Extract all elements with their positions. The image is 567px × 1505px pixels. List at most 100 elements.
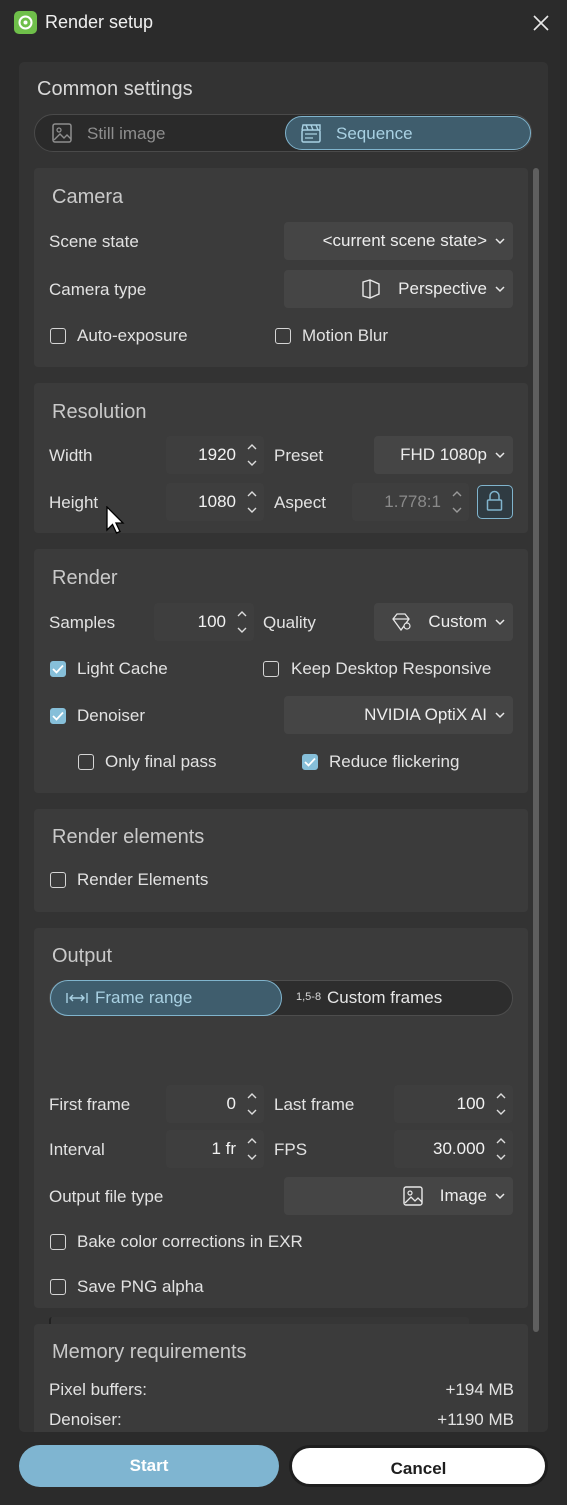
output-file-type-label: Output file type <box>49 1187 164 1206</box>
last-frame-label: Last frame <box>274 1095 355 1114</box>
width-value: 1920 <box>198 445 236 464</box>
aspect-lock-button[interactable] <box>477 485 513 519</box>
spinner-icon[interactable] <box>236 607 248 637</box>
render-elements-checkbox[interactable] <box>50 872 66 888</box>
sequence-tab[interactable]: Sequence <box>285 116 531 150</box>
render-mode-toggle: Still image Sequence <box>34 114 532 152</box>
preset-value: FHD 1080p <box>400 445 487 464</box>
render-heading: Render <box>52 567 118 589</box>
still-image-tab[interactable]: Still image <box>37 117 283 149</box>
scene-state-value: <current scene state> <box>322 231 487 250</box>
camera-type-dropdown[interactable]: Perspective <box>284 270 513 308</box>
common-settings-heading: Common settings <box>37 78 193 100</box>
aspect-value: 1.778:1 <box>384 492 441 511</box>
height-input[interactable]: 1080 <box>166 483 264 521</box>
fps-value: 30.000 <box>433 1139 485 1158</box>
chevron-down-icon <box>495 452 505 459</box>
memory-heading: Memory requirements <box>52 1341 247 1363</box>
cancel-button[interactable]: Cancel <box>289 1445 548 1487</box>
frame-range-tab[interactable]: Frame range <box>50 980 282 1016</box>
output-section: Output Frame range 1,5-8 Custom frames F… <box>34 928 528 1347</box>
light-cache-checkbox[interactable] <box>50 661 66 677</box>
reduce-flickering-label: Reduce flickering <box>329 752 460 771</box>
frame-range-icon <box>66 993 88 1003</box>
save-png-alpha-label: Save PNG alpha <box>77 1277 204 1296</box>
render-elements-heading: Render elements <box>52 826 205 848</box>
spinner-icon[interactable] <box>246 440 258 470</box>
start-button[interactable]: Start <box>19 1445 279 1487</box>
motion-blur-checkbox[interactable] <box>275 328 291 344</box>
only-final-pass-checkbox[interactable] <box>78 754 94 770</box>
scrollbar-thumb[interactable] <box>533 168 539 1332</box>
custom-frames-prefix: 1,5-8 <box>296 991 322 1003</box>
spinner-icon[interactable] <box>246 487 258 517</box>
height-value: 1080 <box>198 492 236 511</box>
bake-color-corrections-label: Bake color corrections in EXR <box>77 1232 303 1251</box>
spinner-icon[interactable] <box>495 1089 507 1119</box>
aspect-input[interactable]: 1.778:1 <box>352 483 469 521</box>
interval-label: Interval <box>49 1140 105 1159</box>
render-elements-label: Render Elements <box>77 870 209 889</box>
interval-input[interactable]: 1 fr <box>166 1130 264 1168</box>
chevron-down-icon <box>495 238 505 245</box>
quality-dropdown[interactable]: Custom <box>374 603 513 641</box>
height-label: Height <box>49 493 99 512</box>
reduce-flickering-checkbox[interactable] <box>302 754 318 770</box>
custom-frames-tab[interactable]: 1,5-8 Custom frames <box>282 981 512 1015</box>
first-frame-label: First frame <box>49 1095 131 1114</box>
fps-input[interactable]: 30.000 <box>394 1130 513 1168</box>
output-file-type-dropdown[interactable]: Image <box>284 1177 513 1215</box>
window-title: Render setup <box>45 12 154 32</box>
close-icon[interactable] <box>526 8 556 38</box>
spinner-icon[interactable] <box>495 1134 507 1164</box>
samples-input[interactable]: 100 <box>154 603 254 641</box>
camera-section: Camera Scene state <current scene state>… <box>34 168 528 367</box>
app-logo-icon <box>14 11 37 34</box>
width-label: Width <box>49 446 93 465</box>
preset-dropdown[interactable]: FHD 1080p <box>374 436 513 474</box>
spinner-icon[interactable] <box>246 1089 258 1119</box>
pixel-buffers-label: Pixel buffers: <box>49 1380 147 1399</box>
spinner-icon[interactable] <box>246 1134 258 1164</box>
denoiser-dropdown[interactable]: NVIDIA OptiX AI <box>284 696 513 734</box>
scrollbar[interactable] <box>533 168 539 1332</box>
only-final-pass-label: Only final pass <box>105 752 217 771</box>
sequence-label: Sequence <box>336 124 413 143</box>
render-elements-section: Render elements Render Elements <box>34 809 528 912</box>
camera-type-value: Perspective <box>398 279 487 298</box>
keep-desktop-responsive-checkbox[interactable] <box>263 661 279 677</box>
first-frame-value: 0 <box>226 1094 236 1113</box>
preset-label: Preset <box>274 446 324 465</box>
still-image-label: Still image <box>87 124 166 143</box>
pixel-buffers-row: Pixel buffers: +194 MB <box>49 1380 514 1400</box>
quality-value: Custom <box>428 612 487 631</box>
first-frame-input[interactable]: 0 <box>166 1085 264 1123</box>
render-section: Render Samples 100 Quality Custom Light … <box>34 549 528 793</box>
denoiser-checkbox[interactable] <box>50 708 66 724</box>
last-frame-input[interactable]: 100 <box>394 1085 513 1123</box>
perspective-icon <box>362 279 380 299</box>
frame-range-label: Frame range <box>95 988 193 1007</box>
lock-icon <box>486 490 503 511</box>
memory-section: Memory requirements Pixel buffers: +194 … <box>34 1324 528 1432</box>
custom-frames-label: Custom frames <box>327 988 443 1007</box>
title-bar: Render setup <box>0 0 567 46</box>
resolution-heading: Resolution <box>52 401 147 423</box>
chevron-down-icon <box>495 712 505 719</box>
camera-heading: Camera <box>52 186 124 208</box>
chevron-down-icon <box>495 619 505 626</box>
keep-desktop-responsive-label: Keep Desktop Responsive <box>291 659 492 678</box>
image-icon <box>403 1186 423 1206</box>
denoiser-memory-row: Denoiser: +1190 MB <box>49 1410 514 1430</box>
aspect-label: Aspect <box>274 493 326 512</box>
image-icon <box>51 122 73 149</box>
auto-exposure-checkbox[interactable] <box>50 328 66 344</box>
save-png-alpha-checkbox[interactable] <box>50 1279 66 1295</box>
samples-value: 100 <box>197 612 226 631</box>
scene-state-dropdown[interactable]: <current scene state> <box>284 222 513 260</box>
bake-color-corrections-checkbox[interactable] <box>50 1234 66 1250</box>
width-input[interactable]: 1920 <box>166 436 264 474</box>
clapperboard-icon <box>300 122 322 149</box>
mouse-cursor-icon <box>106 506 125 534</box>
spinner-icon[interactable] <box>451 487 463 517</box>
